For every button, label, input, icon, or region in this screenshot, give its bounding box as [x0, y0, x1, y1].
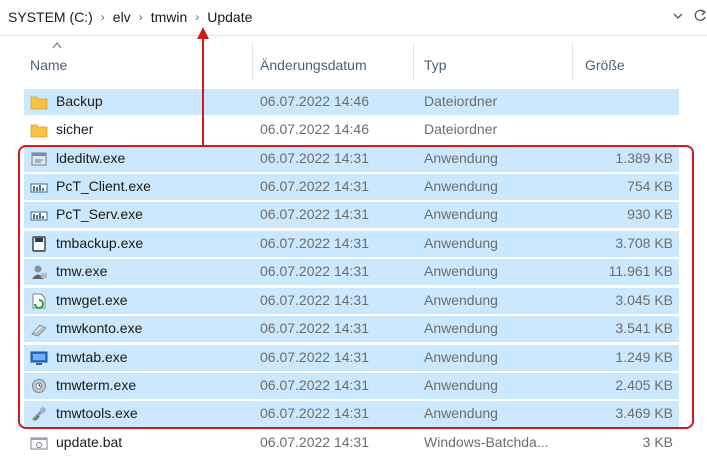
annotation-highlight-box: [18, 145, 694, 429]
sort-ascending-icon: [52, 42, 62, 49]
column-header-size[interactable]: Größe: [585, 57, 625, 73]
file-name: sicher: [56, 121, 94, 137]
address-bar[interactable]: SYSTEM (C:) › elv › tmwin › Update: [0, 0, 707, 36]
file-name: update.bat: [56, 434, 123, 450]
breadcrumb: SYSTEM (C:) › elv › tmwin › Update: [8, 9, 252, 25]
breadcrumb-update[interactable]: Update: [207, 9, 252, 25]
file-row-update-bat[interactable]: update.bat 06.07.2022 14:31 Windows-Batc…: [24, 430, 679, 456]
column-header-date[interactable]: Änderungsdatum: [260, 57, 367, 73]
file-type: Dateiordner: [424, 93, 498, 109]
file-type: Dateiordner: [424, 121, 498, 137]
breadcrumb-tmwin[interactable]: tmwin: [151, 9, 188, 25]
breadcrumb-drive[interactable]: SYSTEM (C:): [8, 9, 93, 25]
file-type: Windows-Batchda...: [424, 434, 549, 450]
file-size: 3 KB: [642, 434, 673, 450]
column-header-name[interactable]: Name: [30, 57, 67, 73]
folder-icon: [30, 96, 48, 110]
breadcrumb-separator-icon[interactable]: ›: [195, 10, 199, 24]
file-name: Backup: [56, 93, 103, 109]
batch-file-icon: [30, 437, 48, 450]
breadcrumb-elv[interactable]: elv: [113, 9, 131, 25]
file-date: 06.07.2022 14:46: [260, 93, 369, 109]
breadcrumb-separator-icon[interactable]: ›: [139, 10, 143, 24]
breadcrumb-separator-icon[interactable]: ›: [101, 10, 105, 24]
annotation-arrow-icon: [197, 27, 209, 147]
column-header-type[interactable]: Typ: [424, 57, 447, 73]
chevron-down-icon[interactable]: [672, 10, 684, 25]
column-divider[interactable]: [413, 42, 414, 80]
file-row-sicher[interactable]: sicher 06.07.2022 14:46 Dateiordner: [24, 117, 679, 143]
folder-icon: [30, 124, 48, 138]
file-date: 06.07.2022 14:31: [260, 434, 369, 450]
column-headers: Name Änderungsdatum Typ Größe: [0, 36, 707, 86]
column-divider[interactable]: [252, 42, 253, 80]
file-date: 06.07.2022 14:46: [260, 121, 369, 137]
column-divider[interactable]: [572, 42, 573, 80]
file-row-backup[interactable]: Backup 06.07.2022 14:46 Dateiordner: [24, 89, 679, 115]
refresh-icon[interactable]: [693, 8, 707, 27]
